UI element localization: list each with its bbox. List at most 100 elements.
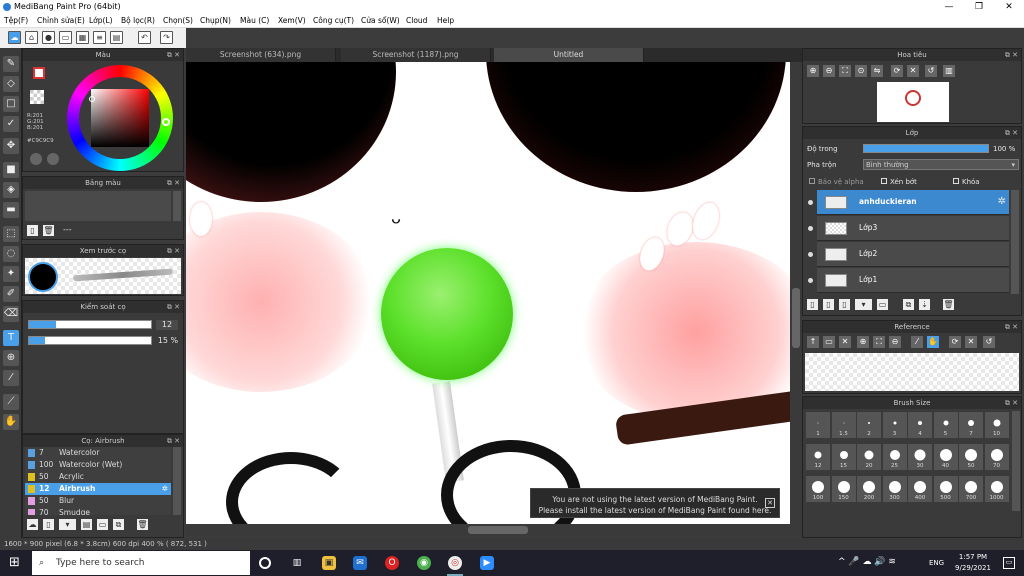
brush-item[interactable]: 50 Blur: [25, 495, 171, 507]
notification-center-icon[interactable]: ▭: [1003, 557, 1015, 569]
tab-screenshot-1187[interactable]: Screenshot (1187).png: [341, 48, 491, 62]
hue-marker[interactable]: [162, 118, 170, 126]
taskbar-search-input[interactable]: ⌕ Type here to search: [32, 551, 250, 575]
zoom-app-icon[interactable]: ▶: [480, 556, 494, 570]
panel-icon[interactable]: ▤: [110, 31, 123, 44]
brush-size-option[interactable]: 7: [958, 411, 984, 439]
gradient-tool-icon[interactable]: ▬: [3, 202, 19, 218]
new-layer-icon[interactable]: ▯: [807, 299, 818, 310]
layer-visibility-icon[interactable]: [808, 226, 813, 231]
brush-copy-icon[interactable]: ⧉: [113, 519, 124, 530]
new-brush-icon[interactable]: ▯: [43, 519, 54, 530]
rectangle-select-icon[interactable]: □: [3, 96, 19, 112]
panel-close-icon[interactable]: ⧉ ✕: [1005, 49, 1018, 61]
merge-layer-icon[interactable]: ⇣: [919, 299, 930, 310]
select-pen-icon[interactable]: ✐: [3, 286, 19, 302]
reference-hand-icon[interactable]: ✋: [927, 336, 939, 348]
layer-folder-icon[interactable]: ▭: [877, 299, 888, 310]
menu-snap[interactable]: Chụp(N): [200, 16, 231, 25]
brush-size-scrollbar[interactable]: [1012, 411, 1020, 511]
opera-icon[interactable]: O: [385, 556, 399, 570]
add-brush-dropdown-icon[interactable]: ▾: [59, 519, 76, 530]
layer-row-selected[interactable]: anhduckieran ✲: [817, 190, 1009, 215]
tab-untitled[interactable]: Untitled: [494, 48, 644, 62]
delete-brush-icon[interactable]: 🗑: [137, 519, 148, 530]
layer-row[interactable]: Lớp1: [817, 268, 1009, 293]
brush-size-option[interactable]: 150: [830, 475, 857, 503]
color-marker[interactable]: [89, 96, 95, 102]
palette-mode-icon[interactable]: [30, 153, 42, 165]
chrome-icon[interactable]: ◎: [448, 556, 462, 570]
panel-close-icon[interactable]: ⧉ ✕: [167, 435, 180, 447]
undo-icon[interactable]: ↶: [138, 31, 151, 44]
layer-opacity-slider[interactable]: [863, 144, 989, 153]
operation-tool-icon[interactable]: ⊕: [3, 350, 19, 366]
minimize-button[interactable]: —: [934, 0, 964, 14]
brush-size-option[interactable]: 30: [907, 443, 933, 471]
brush-size-option[interactable]: 700: [958, 475, 984, 503]
brush-size-option[interactable]: 10: [983, 411, 1010, 439]
check-tool-icon[interactable]: ✓: [3, 116, 19, 132]
brush-size-option[interactable]: 300: [881, 475, 908, 503]
duplicate-layer-icon[interactable]: ⧉: [903, 299, 914, 310]
menu-window[interactable]: Cửa sổ(W): [361, 16, 400, 25]
brush-size-option[interactable]: 3: [881, 411, 908, 439]
fit-icon[interactable]: ⛶: [839, 65, 851, 77]
brush-item[interactable]: 70 Smudge: [25, 507, 171, 515]
layer-visibility-icon[interactable]: [808, 278, 813, 283]
brush-size-option[interactable]: 15: [830, 443, 857, 471]
navigator-thumbnail[interactable]: [877, 82, 949, 122]
brush-size-value[interactable]: 12: [156, 320, 178, 330]
clipping-checkbox[interactable]: Xén bớt: [881, 178, 917, 186]
saturation-value-square[interactable]: [91, 89, 149, 147]
reference-canvas[interactable]: [805, 353, 1019, 391]
panel-close-icon[interactable]: ⧉ ✕: [167, 177, 180, 189]
menu-cloud[interactable]: Cloud: [406, 16, 427, 25]
home-icon[interactable]: ⌂: [25, 31, 38, 44]
zoom-in-icon[interactable]: ⊕: [807, 65, 819, 77]
eyedropper-icon[interactable]: ⁄: [3, 370, 19, 386]
rotate-icon[interactable]: ⟳: [891, 65, 903, 77]
brush-tool-icon[interactable]: ✎: [3, 56, 19, 72]
maximize-button[interactable]: ❐: [964, 0, 994, 14]
hand-tool-icon[interactable]: ✋: [3, 414, 19, 430]
brush-size-option[interactable]: 20: [856, 443, 882, 471]
cortana-icon[interactable]: [259, 557, 271, 569]
brush-size-option[interactable]: 40: [932, 443, 959, 471]
cloud-icon[interactable]: ☁: [8, 31, 21, 44]
zoom-out-icon[interactable]: ⊖: [823, 65, 835, 77]
move-tool-icon[interactable]: ✥: [3, 138, 19, 154]
tray-icons[interactable]: ^ 🎤 ☁ 🔊 ≋: [838, 557, 896, 567]
reference-rotate-left-icon[interactable]: ↺: [983, 336, 995, 348]
brush-item[interactable]: 7 Watercolor: [25, 447, 171, 459]
brush-size-option[interactable]: 400: [907, 475, 933, 503]
layer-row[interactable]: Lớp3: [817, 216, 1009, 241]
new-halftone-layer-icon[interactable]: ▯: [823, 299, 834, 310]
palette-select[interactable]: ---: [63, 225, 123, 234]
panel-close-icon[interactable]: ⧉ ✕: [167, 49, 180, 61]
brush-settings-icon[interactable]: ✲: [162, 483, 168, 495]
windows-start-icon[interactable]: ⊞: [9, 556, 23, 570]
brush-size-option[interactable]: 5: [932, 411, 959, 439]
menu-file[interactable]: Tệp(F): [4, 16, 28, 25]
brush-item[interactable]: 100 Watercolor (Wet): [25, 459, 171, 471]
list-icon[interactable]: ≡: [93, 31, 106, 44]
task-view-icon[interactable]: ▥: [290, 556, 304, 570]
chat-icon[interactable]: ▭: [59, 31, 72, 44]
brush-size-option[interactable]: 1: [805, 411, 831, 439]
menu-help[interactable]: Help: [437, 16, 454, 25]
delete-layer-icon[interactable]: 🗑: [943, 299, 954, 310]
brush-size-option[interactable]: 50: [958, 443, 984, 471]
foreground-color-swatch[interactable]: [33, 67, 45, 79]
color-picker-icon[interactable]: [47, 153, 59, 165]
magic-wand-icon[interactable]: ✦: [3, 266, 19, 282]
select-eraser-icon[interactable]: ⌫: [3, 306, 19, 322]
delete-palette-icon[interactable]: 🗑: [43, 225, 54, 236]
transparent-color-swatch[interactable]: [30, 90, 44, 104]
canvas-vertical-scrollbar[interactable]: [790, 62, 802, 524]
menu-layer[interactable]: Lớp(L): [89, 16, 113, 25]
brush-size-slider[interactable]: [28, 320, 152, 329]
mail-icon[interactable]: ✉: [353, 556, 367, 570]
reference-open-icon[interactable]: ▭: [823, 336, 835, 348]
brush-item[interactable]: 50 Acrylic: [25, 471, 171, 483]
